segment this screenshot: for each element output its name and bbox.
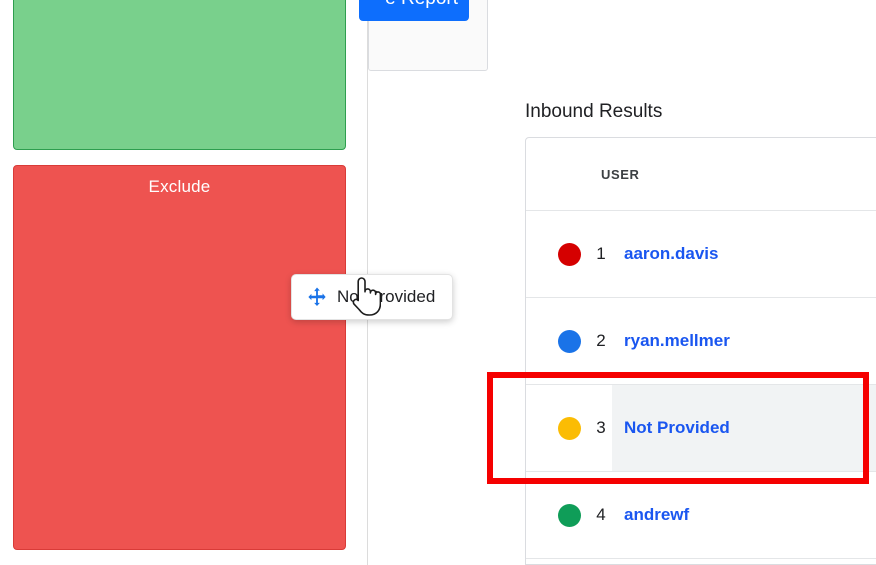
row-user-link[interactable]: ryan.mellmer [624,331,730,351]
table-row-selected[interactable]: 3 Not Provided [526,385,876,472]
row-rank: 3 [596,418,606,437]
row-user-link[interactable]: andrewf [624,505,689,525]
report-card: e Report [359,0,488,71]
row-user-cell[interactable]: Not Provided [612,385,876,471]
dropzone-exclude[interactable]: Exclude [13,165,346,550]
status-dot [558,416,581,440]
page-title: Inbound Results [525,101,663,122]
table-row[interactable]: 1 aaron.davis [526,211,876,298]
dropzone-exclude-label: Exclude [148,177,211,196]
table-row[interactable]: 2 ryan.mellmer [526,298,876,385]
dropzone-include[interactable] [13,0,346,150]
inbound-results-panel: Inbound Results USER 1 aaron.davis 2 rya… [490,0,876,565]
table-row[interactable]: 4 andrewf [526,472,876,559]
table-header-row: USER [526,138,876,211]
row-user-cell[interactable]: ryan.mellmer [612,298,876,384]
create-report-button[interactable]: e Report [359,0,469,21]
row-user-link[interactable]: aaron.davis [624,244,719,264]
row-user-link[interactable]: Not Provided [624,418,730,438]
status-dot [558,503,581,527]
drag-chip[interactable]: Not Provided [291,274,454,320]
drag-chip-label: Not Provided [337,287,436,306]
row-rank: 2 [596,331,606,350]
status-dot [558,329,581,353]
status-dot [558,242,581,266]
move-icon [306,286,328,308]
row-user-cell[interactable]: andrewf [612,472,876,558]
row-rank: 4 [596,505,606,524]
row-rank: 1 [596,244,606,263]
row-user-cell[interactable]: aaron.davis [612,211,876,297]
results-table: USER 1 aaron.davis 2 ryan.mellmer 3 Not … [525,137,876,565]
column-header-user: USER [601,166,640,182]
